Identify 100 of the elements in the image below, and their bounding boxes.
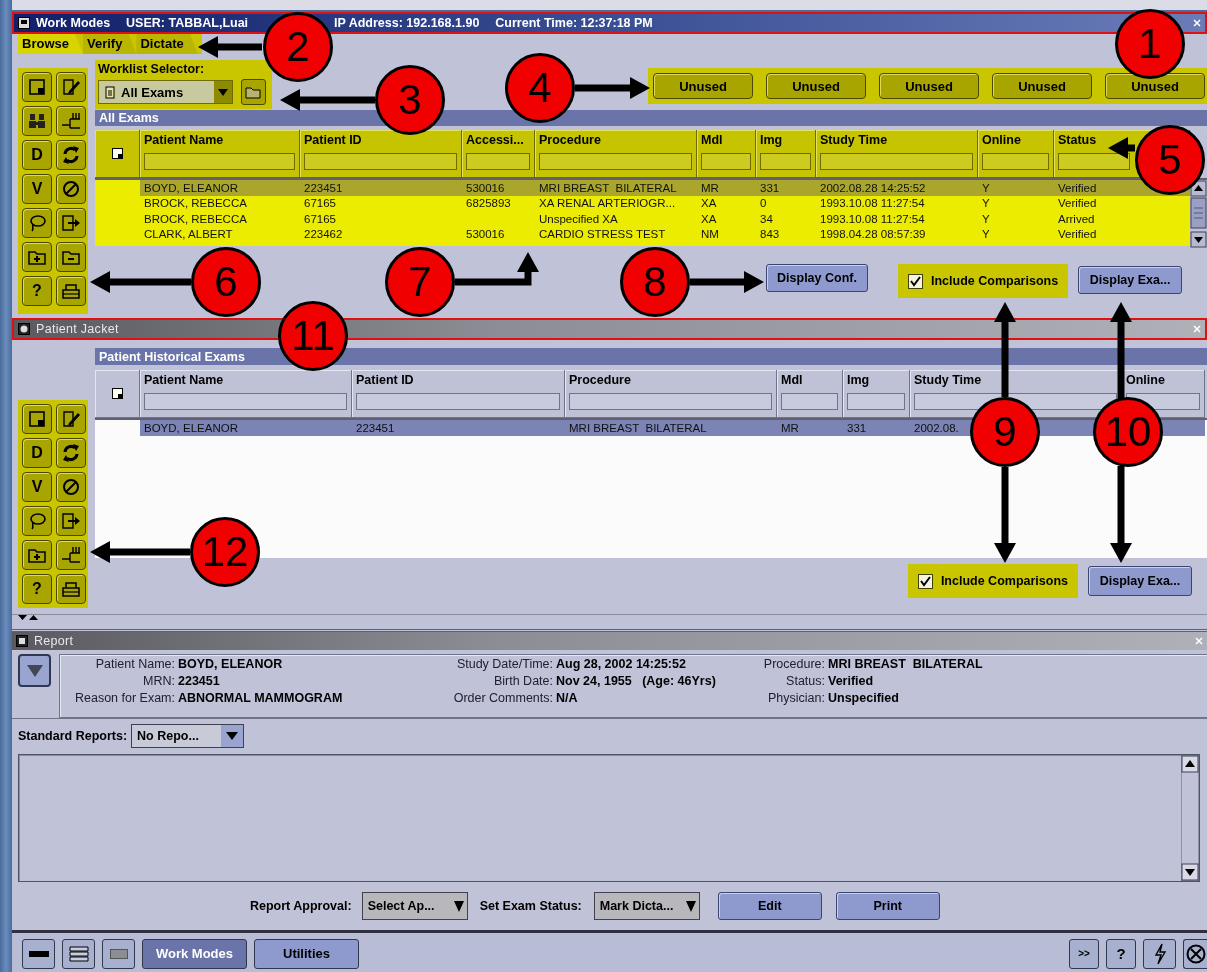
toolbar-button[interactable] bbox=[56, 404, 86, 434]
toolbar-button[interactable] bbox=[22, 404, 52, 434]
column-header[interactable]: Patient Name bbox=[144, 133, 224, 149]
action-button[interactable]: Print bbox=[835, 892, 940, 920]
table-row[interactable]: BOYD, ELEANOR 223451 530016 MRI BREAST BILATERAL MR 331 2002.08.28 14:25:52 Y Verified bbox=[140, 180, 1190, 196]
column-header[interactable]: Patient ID bbox=[356, 373, 414, 389]
toolbar-button[interactable]: D bbox=[22, 438, 52, 468]
toolbar-button[interactable] bbox=[56, 574, 86, 604]
toolbar-button[interactable] bbox=[56, 276, 86, 306]
toolbar-button[interactable] bbox=[56, 506, 86, 536]
filter-field[interactable] bbox=[781, 393, 838, 410]
column-header[interactable]: Img bbox=[847, 373, 870, 389]
filter-field[interactable] bbox=[820, 153, 973, 170]
toolbar-button[interactable]: V bbox=[22, 174, 52, 204]
scrollbar[interactable] bbox=[1181, 755, 1199, 881]
taskbar-button[interactable]: Work Modes bbox=[142, 938, 247, 969]
filter-field[interactable] bbox=[1058, 153, 1130, 170]
table-row[interactable]: BROCK, REBECCA 67165 Unspecified XA XA 34 1993.10.08 11:27:54 Y Arrived bbox=[140, 211, 1190, 227]
toolbar-button[interactable] bbox=[22, 106, 52, 136]
toolbar-button[interactable] bbox=[56, 208, 86, 238]
toolbar-button[interactable] bbox=[56, 242, 86, 272]
column-header[interactable]: Mdl bbox=[701, 133, 723, 149]
column-header[interactable]: Img bbox=[760, 133, 783, 149]
unused-button[interactable]: Unused bbox=[992, 73, 1092, 99]
toolbar-button[interactable] bbox=[56, 72, 86, 102]
field-label: MRN: bbox=[142, 674, 176, 688]
exam-status-dropdown[interactable]: Mark Dicta... bbox=[593, 892, 700, 920]
table-row[interactable]: CLARK, ALBERT 223462 530016 CARDIO STRESS TEST NM 843 1998.04.28 08:57:39 Y Verified bbox=[140, 226, 1190, 242]
action-button[interactable]: Edit bbox=[717, 892, 822, 920]
toolbar-button[interactable]: ? bbox=[22, 276, 52, 306]
worklist-dropdown[interactable]: All Exams bbox=[98, 80, 233, 104]
table-cell-text: BOYD, ELEANOR bbox=[143, 421, 239, 434]
filter-field[interactable] bbox=[760, 153, 811, 170]
note-icon bbox=[26, 76, 48, 98]
display-conf-button[interactable]: Display Conf. bbox=[766, 264, 868, 292]
toolbar-button[interactable] bbox=[56, 540, 86, 570]
unused-button[interactable]: Unused bbox=[766, 73, 866, 99]
column-header[interactable]: Patient Name bbox=[144, 373, 224, 389]
unused-button[interactable]: Unused bbox=[1105, 73, 1205, 99]
table-row[interactable]: BROCK, REBECCA 67165 6825893 XA RENAL ARTERIOGR... XA 0 1993.10.08 11:27:54 Y Verified bbox=[140, 195, 1190, 211]
toolbar-button[interactable] bbox=[56, 140, 86, 170]
filter-field[interactable] bbox=[539, 153, 692, 170]
unused-button[interactable]: Unused bbox=[653, 73, 753, 99]
toolbar-button[interactable]: D bbox=[22, 140, 52, 170]
checkbox[interactable] bbox=[917, 573, 933, 589]
filter-field[interactable] bbox=[847, 393, 905, 410]
display-exams-button[interactable]: Display Exa... bbox=[1078, 266, 1183, 294]
filter-field[interactable] bbox=[569, 393, 772, 410]
toolbar-button[interactable] bbox=[22, 540, 52, 570]
column-header[interactable]: Status bbox=[1058, 133, 1097, 149]
scrollbar[interactable] bbox=[1190, 180, 1207, 248]
windows-button[interactable] bbox=[62, 938, 95, 969]
standard-reports-dropdown[interactable]: No Repo... bbox=[131, 723, 245, 748]
report-approval-dropdown[interactable]: Select Ap... bbox=[361, 892, 468, 920]
tab[interactable]: Browse bbox=[18, 34, 83, 54]
filter-field[interactable] bbox=[466, 153, 530, 170]
collapse-button[interactable] bbox=[18, 654, 51, 687]
column-header[interactable]: Patient ID bbox=[304, 133, 362, 149]
filter-field[interactable] bbox=[356, 393, 560, 410]
toolbar-button[interactable] bbox=[56, 472, 86, 502]
tab[interactable]: Verify bbox=[82, 34, 137, 54]
toolbar-button[interactable] bbox=[22, 208, 52, 238]
minimize-button[interactable] bbox=[22, 938, 55, 969]
column-header[interactable]: Study Time bbox=[820, 133, 888, 149]
display-exams-button[interactable]: Display Exa... bbox=[1088, 566, 1192, 596]
power-button[interactable] bbox=[1143, 938, 1176, 969]
toolbar-button[interactable]: ? bbox=[22, 574, 52, 604]
field-value: N/A bbox=[556, 691, 579, 705]
column-header[interactable]: Online bbox=[982, 133, 1021, 149]
filter-field[interactable] bbox=[144, 393, 347, 410]
close-icon[interactable] bbox=[1193, 19, 1201, 27]
tab[interactable]: Dictate bbox=[136, 34, 198, 54]
folder-button[interactable] bbox=[240, 79, 266, 105]
taskbar-button[interactable]: Utilities bbox=[254, 938, 359, 969]
filter-field[interactable] bbox=[304, 153, 457, 170]
close-button[interactable] bbox=[1183, 938, 1207, 969]
unused-button[interactable]: Unused bbox=[879, 73, 979, 99]
window-icon bbox=[18, 323, 30, 335]
panel-button[interactable] bbox=[102, 938, 135, 969]
column-header[interactable]: Study Time bbox=[914, 373, 982, 389]
field-value: Unspecified bbox=[828, 691, 900, 705]
column-header[interactable]: Procedure bbox=[539, 133, 601, 149]
toolbar-button[interactable] bbox=[56, 174, 86, 204]
column-header[interactable]: Mdl bbox=[781, 373, 803, 389]
caret-icon bbox=[213, 81, 232, 103]
column-header[interactable]: Procedure bbox=[569, 373, 631, 389]
filter-field[interactable] bbox=[144, 153, 295, 170]
table-cell-text: 1993.10.08 11:27:54 bbox=[819, 212, 926, 225]
toolbar-button[interactable] bbox=[56, 438, 86, 468]
more-button[interactable]: >> bbox=[1069, 938, 1099, 969]
help-button[interactable]: ? bbox=[1106, 938, 1136, 969]
toolbar-button[interactable] bbox=[22, 242, 52, 272]
filter-field[interactable] bbox=[982, 153, 1049, 170]
filter-field[interactable] bbox=[701, 153, 751, 170]
toolbar-button[interactable] bbox=[22, 506, 52, 536]
toolbar-button[interactable] bbox=[22, 72, 52, 102]
toolbar-button[interactable]: V bbox=[22, 472, 52, 502]
checkbox[interactable] bbox=[908, 273, 923, 289]
column-header[interactable]: Online bbox=[1126, 373, 1165, 389]
toolbar-button[interactable] bbox=[56, 106, 86, 136]
